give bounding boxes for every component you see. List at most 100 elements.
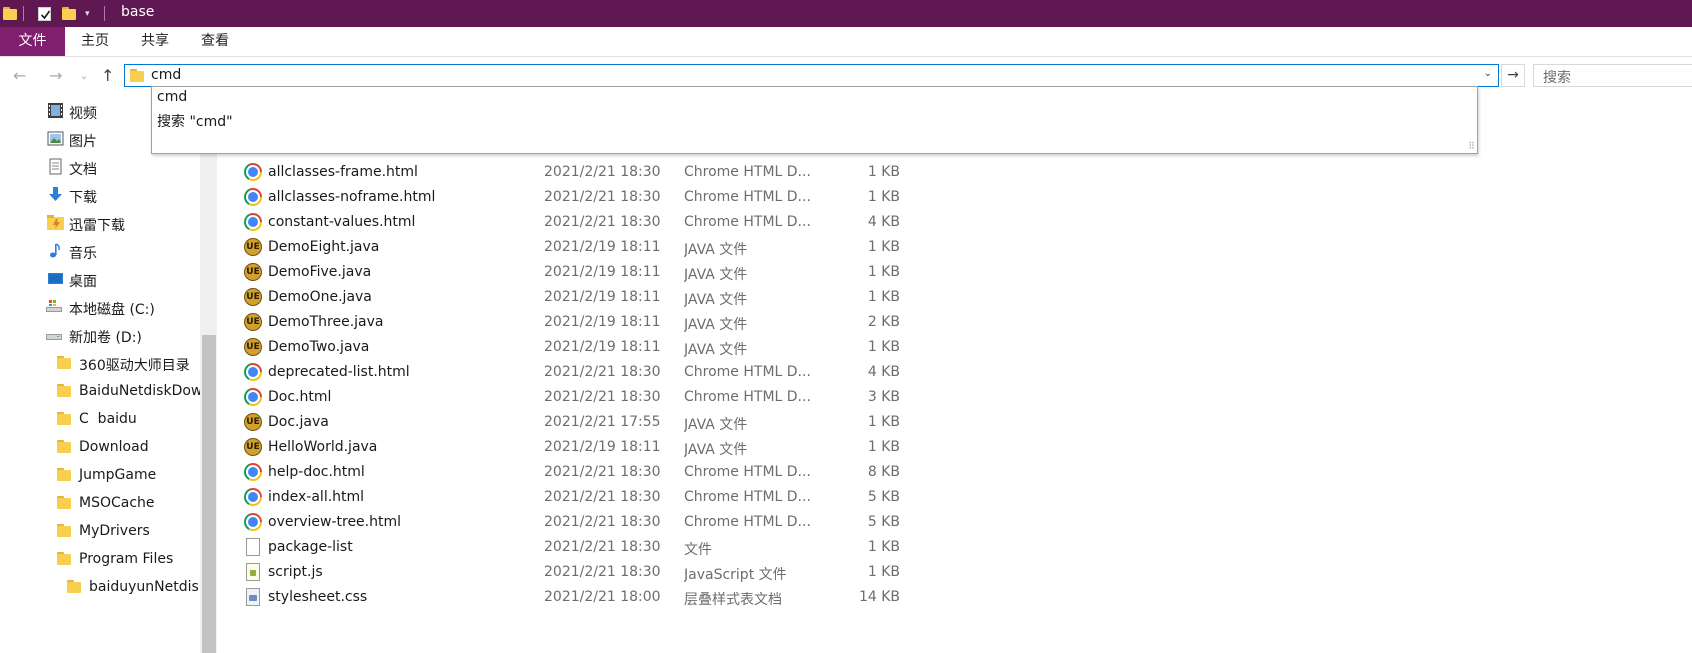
window-title: base xyxy=(121,4,155,20)
customize-quick-access-icon[interactable]: ▾ xyxy=(85,9,90,19)
file-row[interactable]: UE DemoThree.java 2021/2/19 18:11 JAVA 文… xyxy=(225,310,925,335)
nav-item-label: 文档 xyxy=(69,162,97,178)
file-type: Chrome HTML D... xyxy=(684,514,811,530)
music-icon xyxy=(50,243,60,258)
file-name: script.js xyxy=(268,564,323,580)
file-row[interactable]: package-list 2021/2/21 18:30 文件 1 KB xyxy=(225,535,925,560)
java-file-icon: UE xyxy=(244,438,262,456)
downloads-icon xyxy=(49,187,62,201)
ribbon: 文件 主页 共享 查看 xyxy=(0,27,1692,57)
folder-icon xyxy=(57,440,74,457)
file-size: 1 KB xyxy=(867,439,900,455)
new-folder-icon[interactable] xyxy=(62,7,76,20)
suggestion-item[interactable]: 搜索 "cmd" xyxy=(157,111,233,131)
nav-item-desktop[interactable]: 桌面 xyxy=(0,266,200,292)
nav-item-music[interactable]: 音乐 xyxy=(0,238,200,264)
back-arrow-icon[interactable]: ← xyxy=(13,66,26,85)
file-date: 2021/2/21 18:30 xyxy=(544,514,661,530)
nav-scrollbar-thumb[interactable] xyxy=(202,335,216,653)
nav-item-thunder-downloads[interactable]: 迅雷下载 xyxy=(0,210,200,236)
nav-item-folder[interactable]: MSOCache xyxy=(0,490,200,516)
file-row[interactable]: allclasses-noframe.html 2021/2/21 18:30 … xyxy=(225,185,925,210)
nav-item-folder[interactable]: 360驱动大师目录 xyxy=(0,350,200,376)
nav-item-documents[interactable]: 文档 xyxy=(0,154,200,180)
file-size: 8 KB xyxy=(867,464,900,480)
file-date: 2021/2/21 18:30 xyxy=(544,189,661,205)
file-row[interactable]: UE Doc.java 2021/2/21 17:55 JAVA 文件 1 KB xyxy=(225,410,925,435)
chrome-html-icon xyxy=(244,488,262,506)
file-row[interactable]: script.js 2021/2/21 18:30 JavaScript 文件 … xyxy=(225,560,925,585)
properties-icon[interactable] xyxy=(38,7,51,21)
file-row[interactable]: help-doc.html 2021/2/21 18:30 Chrome HTM… xyxy=(225,460,925,485)
chrome-html-icon xyxy=(244,213,262,231)
suggestion-item[interactable]: cmd xyxy=(157,89,187,105)
address-input[interactable]: cmd xyxy=(151,67,181,83)
tab-home[interactable]: 主页 xyxy=(66,27,124,56)
nav-item-label: JumpGame xyxy=(79,467,157,483)
file-name: stylesheet.css xyxy=(268,589,368,605)
file-name: index-all.html xyxy=(268,489,365,505)
nav-item-folder[interactable]: Program Files xyxy=(0,546,200,572)
nav-item-downloads[interactable]: 下载 xyxy=(0,182,200,208)
nav-item-folder[interactable]: Download xyxy=(0,434,200,460)
address-bar[interactable]: cmd ⌄ xyxy=(124,64,1499,87)
file-size: 1 KB xyxy=(867,339,900,355)
folder-icon xyxy=(57,496,74,513)
nav-item-folder[interactable]: BaiduNetdiskDow xyxy=(0,378,200,404)
drive-icon xyxy=(46,334,62,340)
folder-icon xyxy=(57,356,74,373)
file-row[interactable]: UE HelloWorld.java 2021/2/19 18:11 JAVA … xyxy=(225,435,925,460)
tab-view[interactable]: 查看 xyxy=(186,27,244,56)
tab-file[interactable]: 文件 xyxy=(0,27,65,56)
up-arrow-icon[interactable]: ↑ xyxy=(101,66,114,85)
file-name: DemoTwo.java xyxy=(268,339,370,355)
search-input[interactable]: 搜索 xyxy=(1533,64,1692,87)
file-size: 1 KB xyxy=(867,264,900,280)
file-size: 1 KB xyxy=(867,564,900,580)
file-date: 2021/2/21 18:30 xyxy=(544,214,661,230)
file-row[interactable]: Doc.html 2021/2/21 18:30 Chrome HTML D..… xyxy=(225,385,925,410)
file-type: JAVA 文件 xyxy=(684,267,748,283)
nav-item-drive-c[interactable]: 本地磁盘 (C:) xyxy=(0,294,200,320)
resize-grip-icon[interactable]: ⠿ xyxy=(1468,143,1475,152)
nav-item-folder[interactable]: JumpGame xyxy=(0,462,200,488)
nav-item-folder[interactable]: baiduyunNetdisk xyxy=(0,574,200,600)
file-type: JAVA 文件 xyxy=(684,292,748,308)
file-row[interactable]: stylesheet.css 2021/2/21 18:00 层叠样式表文档 1… xyxy=(225,585,925,610)
nav-item-label: 音乐 xyxy=(69,246,97,262)
file-size: 1 KB xyxy=(867,164,900,180)
file-row[interactable]: index-all.html 2021/2/21 18:30 Chrome HT… xyxy=(225,485,925,510)
recent-locations-icon[interactable]: ⌄ xyxy=(80,71,88,82)
file-row[interactable]: overview-tree.html 2021/2/21 18:30 Chrom… xyxy=(225,510,925,535)
folder-icon xyxy=(57,524,74,541)
java-file-icon: UE xyxy=(244,338,262,356)
file-type: JAVA 文件 xyxy=(684,417,748,433)
chrome-html-icon xyxy=(244,163,262,181)
file-type: Chrome HTML D... xyxy=(684,464,811,480)
nav-item-label: baiduyunNetdisk xyxy=(89,579,200,595)
java-file-icon: UE xyxy=(244,263,262,281)
file-row[interactable]: allclasses-frame.html 2021/2/21 18:30 Ch… xyxy=(225,160,925,185)
nav-item-drive-d[interactable]: 新加卷 (D:) xyxy=(0,322,200,348)
nav-item-folder[interactable]: MyDrivers xyxy=(0,518,200,544)
file-row[interactable]: constant-values.html 2021/2/21 18:30 Chr… xyxy=(225,210,925,235)
tab-share[interactable]: 共享 xyxy=(126,27,184,56)
file-row[interactable]: UE DemoEight.java 2021/2/19 18:11 JAVA 文… xyxy=(225,235,925,260)
desktop-icon xyxy=(48,273,63,284)
nav-item-folder[interactable]: C baidu xyxy=(0,406,200,432)
file-row[interactable]: UE DemoTwo.java 2021/2/19 18:11 JAVA 文件 … xyxy=(225,335,925,360)
forward-arrow-icon[interactable]: → xyxy=(49,66,62,85)
chevron-down-icon[interactable]: ⌄ xyxy=(1484,68,1492,79)
file-type: Chrome HTML D... xyxy=(684,164,811,180)
file-date: 2021/2/21 18:30 xyxy=(544,564,661,580)
chrome-html-icon xyxy=(244,363,262,381)
nav-item-label: 视频 xyxy=(69,106,97,122)
go-arrow-icon[interactable]: → xyxy=(1501,64,1525,87)
file-name: help-doc.html xyxy=(268,464,365,480)
file-row[interactable]: deprecated-list.html 2021/2/21 18:30 Chr… xyxy=(225,360,925,385)
search-placeholder: 搜索 xyxy=(1543,70,1571,86)
file-row[interactable]: UE DemoOne.java 2021/2/19 18:11 JAVA 文件 … xyxy=(225,285,925,310)
file-row[interactable]: UE DemoFive.java 2021/2/19 18:11 JAVA 文件… xyxy=(225,260,925,285)
folder-icon xyxy=(130,69,144,82)
file-name: constant-values.html xyxy=(268,214,416,230)
